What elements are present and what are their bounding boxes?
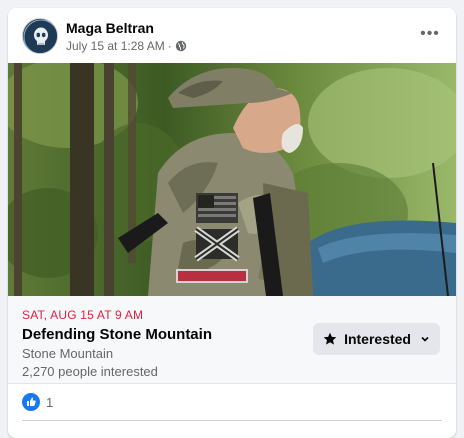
event-location: Stone Mountain	[22, 346, 114, 361]
post-header: Maga Beltran July 15 at 1:28 AM · •••	[8, 8, 456, 63]
meta-separator: ·	[167, 39, 172, 53]
globe-icon	[175, 40, 186, 52]
post-card: Maga Beltran July 15 at 1:28 AM · ••• SA…	[8, 8, 456, 438]
more-options-icon[interactable]: •••	[418, 24, 442, 44]
interested-button-label: Interested	[344, 331, 411, 347]
cross-patch	[194, 226, 240, 262]
interested-button[interactable]: Interested	[313, 323, 440, 355]
skull-logo-icon	[23, 19, 57, 53]
event-date: SAT, AUG 15 AT 9 AM	[22, 308, 144, 322]
chevron-down-icon	[421, 336, 429, 342]
like-icon	[22, 393, 40, 411]
flag-patch	[196, 193, 238, 223]
post-meta: July 15 at 1:28 AM ·	[66, 39, 187, 53]
event-title[interactable]: Defending Stone Mountain	[22, 326, 212, 343]
star-icon	[323, 332, 337, 345]
reactions-bar[interactable]: 1	[8, 384, 456, 424]
action-divider	[22, 420, 442, 421]
post-timestamp[interactable]: July 15 at 1:28 AM	[66, 39, 165, 53]
event-photo-image	[8, 63, 456, 296]
event-info[interactable]: SAT, AUG 15 AT 9 AM Defending Stone Moun…	[8, 296, 456, 384]
author-avatar[interactable]	[22, 18, 58, 54]
event-cover-photo[interactable]	[8, 63, 456, 296]
reaction-count[interactable]: 1	[46, 395, 53, 410]
event-interested-count: 2,270 people interested	[22, 364, 158, 379]
author-name[interactable]: Maga Beltran	[66, 20, 154, 36]
